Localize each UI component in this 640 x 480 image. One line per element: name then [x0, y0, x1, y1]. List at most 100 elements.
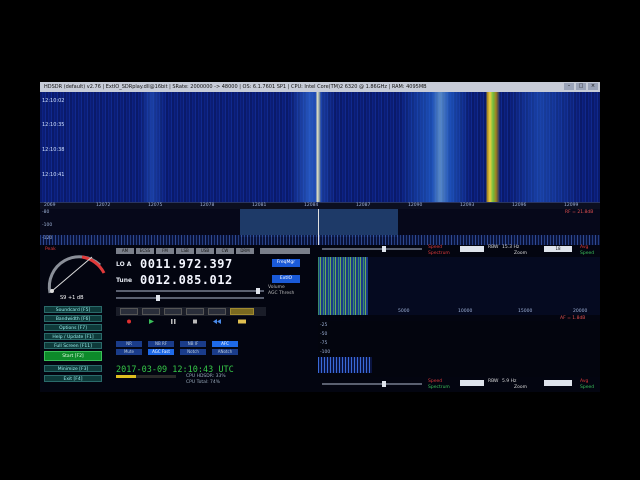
options-button[interactable]: Options [F7]: [44, 324, 102, 331]
mode-tab-cw[interactable]: CW: [216, 248, 234, 254]
zoom-bottom-speed-label: Speed: [428, 379, 443, 384]
zoom-spectrum-trace: [318, 357, 372, 373]
pause-button[interactable]: [164, 308, 182, 324]
zoom-slider-knob[interactable]: [382, 246, 386, 252]
waterfall-time-label: 12:10:41: [42, 172, 65, 178]
lo-label: LO A: [116, 261, 132, 268]
notch-button[interactable]: Notch: [180, 349, 206, 355]
mode-tab-lsb[interactable]: LSB: [176, 248, 194, 254]
cpu-bar-fill: [116, 375, 136, 378]
tune-label: Tune: [116, 277, 133, 284]
zoom-speed-field[interactable]: [460, 246, 484, 252]
cpu-hdsdr-readout: CPU HDSDR: 33%: [186, 374, 226, 379]
play-button[interactable]: [142, 308, 160, 324]
agc-fast-button[interactable]: AGC Fast: [148, 349, 174, 355]
speed-label-right: Speed: [580, 251, 595, 256]
agc-slider-knob[interactable]: [156, 295, 160, 301]
peak-label: Peak: [45, 247, 56, 252]
exit-button[interactable]: Exit [F4]: [44, 375, 102, 382]
zoom-label: Zoom: [514, 251, 527, 256]
anotch-button[interactable]: ANotch: [212, 349, 238, 355]
zoom-bottom-spectrum-label: Spectrum: [428, 385, 450, 390]
volume-slider[interactable]: [116, 288, 264, 294]
nb-rf-button[interactable]: NB RF: [148, 341, 174, 347]
help-update-button[interactable]: Help / Update [F1]: [44, 333, 102, 340]
zoom-spectrum[interactable]: -25 -50 -75 -100 -125 -150: [318, 321, 600, 377]
freq-tick: 12072: [96, 203, 111, 208]
record-button[interactable]: [120, 308, 138, 324]
rewind-button[interactable]: [208, 308, 226, 324]
rbw-value: 15.3 Hz: [502, 245, 520, 250]
title-bar: HDSDR (default) v2.76 | ExtIO_SDRplay.dl…: [40, 82, 600, 92]
freq-tick: 12093: [460, 203, 475, 208]
waterfall-time-label: 12:10:02: [42, 98, 65, 104]
speed-select[interactable]: 18: [544, 246, 572, 252]
minimize-button[interactable]: –: [564, 83, 574, 90]
afc-button[interactable]: AFC: [212, 341, 238, 347]
db-label: -120: [42, 236, 53, 241]
close-button[interactable]: ×: [588, 83, 598, 90]
lo-frequency[interactable]: 0011.972.397: [140, 257, 233, 271]
agc-thresh-label: AGC Thresh: [268, 291, 295, 296]
hdsdr-window: HDSDR (default) v2.76 | ExtIO_SDRplay.dl…: [40, 82, 600, 392]
full-screen-button[interactable]: Full Screen [F11]: [44, 342, 102, 349]
extio-button[interactable]: ExtIO: [272, 275, 300, 283]
zoom-bottom-slider-knob[interactable]: [382, 381, 386, 387]
tune-marker[interactable]: [318, 209, 319, 245]
bandwidth-button[interactable]: Bandwidth [F6]: [44, 315, 102, 322]
rbw-bottom-label: RBW: [488, 379, 499, 384]
volume-slider-knob[interactable]: [256, 288, 260, 294]
waterfall-time-label: 12:10:35: [42, 122, 65, 128]
freq-tick: 12075: [148, 203, 163, 208]
nb-if-button[interactable]: NB IF: [180, 341, 206, 347]
zoom-db-label: -50: [320, 332, 328, 337]
waterfall-display[interactable]: 12:10:02 12:10:35 12:10:38 12:10:41: [40, 92, 600, 202]
speed-bottom-right: Speed: [580, 385, 595, 390]
zoom-tick: 20000: [573, 309, 588, 314]
mode-tab-am[interactable]: AM: [116, 248, 134, 254]
freq-tick: 2069: [44, 203, 56, 208]
db-label: -80: [42, 210, 50, 215]
mode-tab-usb[interactable]: USB: [196, 248, 214, 254]
cpu-bar-track: [116, 375, 176, 378]
freqmgr-button[interactable]: FreqMgr: [272, 259, 300, 267]
freq-tick: 12084: [304, 203, 319, 208]
zoom-waterfall-empty[interactable]: 5000 10000 15000 20000: [368, 257, 600, 315]
zoom-bottom-slider[interactable]: [322, 381, 422, 387]
rbw-label: RBW: [488, 245, 499, 250]
s-meter-reading: S9 +1 dB: [60, 295, 84, 301]
zoom-bottom-select[interactable]: [544, 380, 572, 386]
stop-button[interactable]: [186, 308, 204, 324]
mode-tab-drm[interactable]: DRM: [236, 248, 254, 254]
maximize-button[interactable]: □: [576, 83, 586, 90]
nr-button[interactable]: NR: [116, 341, 142, 347]
avg-label: Avg: [580, 245, 589, 250]
cpu-total-readout: CPU Total: 74%: [186, 380, 221, 385]
zoom-slider[interactable]: [322, 246, 422, 252]
soundcard-button[interactable]: Soundcard [F5]: [44, 306, 102, 313]
play-icon: [149, 319, 154, 324]
zoom-waterfall[interactable]: [318, 257, 368, 315]
zoom-bottom-label: Zoom: [514, 385, 527, 390]
zoom-bottom-controls: Speed Spectrum RBW 5.9 Hz Zoom Avg Speed: [318, 379, 600, 391]
zoom-speed-label: Speed: [428, 245, 443, 250]
tune-frequency[interactable]: 0012.085.012: [140, 273, 233, 287]
filter-bandwidth-highlight[interactable]: [240, 209, 398, 237]
zoom-tick: 15000: [518, 309, 533, 314]
waterfall-time-label: 12:10:38: [42, 147, 65, 153]
rf-spectrum[interactable]: -80 -100 -120 RF = 21.8dB: [40, 209, 600, 245]
zoom-bottom-field[interactable]: [460, 380, 484, 386]
s-meter: Peak S9 +1 dB: [42, 247, 108, 303]
folder-button[interactable]: [230, 308, 254, 324]
minimize-app-button[interactable]: Minimize [F3]: [44, 365, 102, 372]
mode-tab-ecss[interactable]: ECSS: [136, 248, 154, 254]
freq-tick: 12096: [512, 203, 527, 208]
db-label: -100: [42, 223, 53, 228]
agc-thresh-slider[interactable]: [116, 295, 264, 301]
start-button[interactable]: Start [F2]: [44, 351, 102, 361]
volume-label: Volume: [268, 285, 285, 290]
zoom-db-label: -25: [320, 323, 328, 328]
zoom-db-label: -75: [320, 341, 328, 346]
mode-tab-fm[interactable]: FM: [156, 248, 174, 254]
mute-button[interactable]: Mute: [116, 349, 142, 355]
